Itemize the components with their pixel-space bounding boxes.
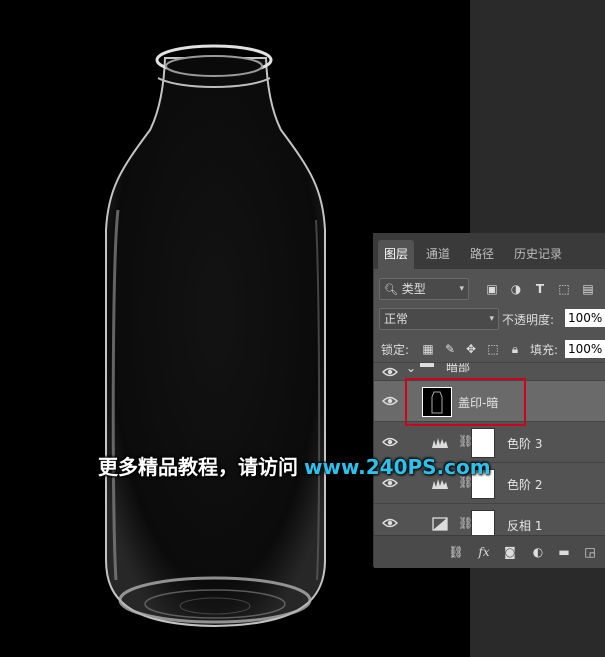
lock-artboard-icon[interactable]: ⬚ <box>485 341 501 357</box>
layer-row[interactable]: ⛓ 反相 1 <box>374 503 605 536</box>
layer-name: 反相 1 <box>507 519 543 533</box>
chevron-down-icon: ▾ <box>459 284 464 294</box>
layer-name: 色阶 3 <box>507 437 543 451</box>
shape-filter-icon[interactable]: ⬚ <box>556 281 572 297</box>
new-adjustment-layer-icon[interactable]: ◐ <box>530 544 546 560</box>
chevron-down-icon: ▾ <box>489 314 494 324</box>
watermark-url: www.240PS.com <box>304 455 491 479</box>
search-icon: 🔍︎ <box>384 283 398 296</box>
eye-icon[interactable] <box>382 516 398 530</box>
fill-input[interactable]: 100% <box>565 340 605 358</box>
opacity-label: 不透明度: <box>502 313 555 327</box>
filter-value: 类型 <box>401 282 426 296</box>
folder-icon <box>420 363 434 367</box>
tab-paths[interactable]: 路径 <box>464 240 500 269</box>
panel-tabs: 图层 通道 路径 历史记录 <box>374 234 605 269</box>
image-filter-icon[interactable]: ▣ <box>484 281 500 297</box>
eye-icon[interactable] <box>382 435 398 449</box>
opacity-input[interactable]: 100% <box>565 309 605 327</box>
selection-highlight <box>405 378 526 426</box>
panel-footer: ⛓ fx ◙ ◐ ▬ ◲ <box>374 535 605 568</box>
tab-layers[interactable]: 图层 <box>378 240 415 269</box>
add-mask-icon[interactable]: ◙ <box>502 544 518 560</box>
tab-channels[interactable]: 通道 <box>420 240 456 269</box>
watermark-text: 更多精品教程，请访问 <box>98 455 298 479</box>
adjustment-filter-icon[interactable]: ◑ <box>508 281 524 297</box>
layer-mask-thumbnail[interactable] <box>471 510 495 536</box>
levels-icon <box>432 438 448 448</box>
link-layers-icon[interactable]: ⛓ <box>448 544 464 560</box>
fill-label: 填充: <box>530 343 559 357</box>
invert-icon <box>432 517 448 531</box>
layer-filter-dropdown[interactable]: 🔍︎ 类型 ▾ <box>379 278 469 300</box>
layer-name: 色阶 2 <box>507 478 543 492</box>
eye-icon[interactable] <box>382 394 398 408</box>
tab-history[interactable]: 历史记录 <box>508 240 568 269</box>
fx-icon[interactable]: fx <box>476 544 492 560</box>
lock-pixels-brush-icon[interactable]: ✎ <box>442 341 458 357</box>
blend-mode-value: 正常 <box>384 312 409 326</box>
lock-position-move-icon[interactable]: ✥ <box>463 341 479 357</box>
watermark: 更多精品教程，请访问 www.240PS.com <box>98 451 491 480</box>
lock-all-icon[interactable]: 🔒︎ <box>507 341 523 357</box>
group-name: 暗部 <box>446 362 471 374</box>
new-group-folder-icon[interactable]: ▬ <box>556 544 572 560</box>
smart-object-filter-icon[interactable]: ▤ <box>580 281 596 297</box>
layers-panel: 图层 通道 路径 历史记录 🔍︎ 类型 ▾ ▣ ◑ T ⬚ ▤ 正常 ▾ 不透明… <box>373 233 605 568</box>
eye-icon[interactable] <box>382 365 398 379</box>
lock-transparent-icon[interactable]: ▦ <box>420 341 436 357</box>
lock-label: 锁定: <box>381 343 410 357</box>
chevron-down-icon[interactable]: ⌄ <box>406 363 416 375</box>
blend-mode-dropdown[interactable]: 正常 ▾ <box>379 308 499 330</box>
new-layer-icon[interactable]: ◲ <box>582 544 598 560</box>
type-filter-icon[interactable]: T <box>532 281 548 297</box>
